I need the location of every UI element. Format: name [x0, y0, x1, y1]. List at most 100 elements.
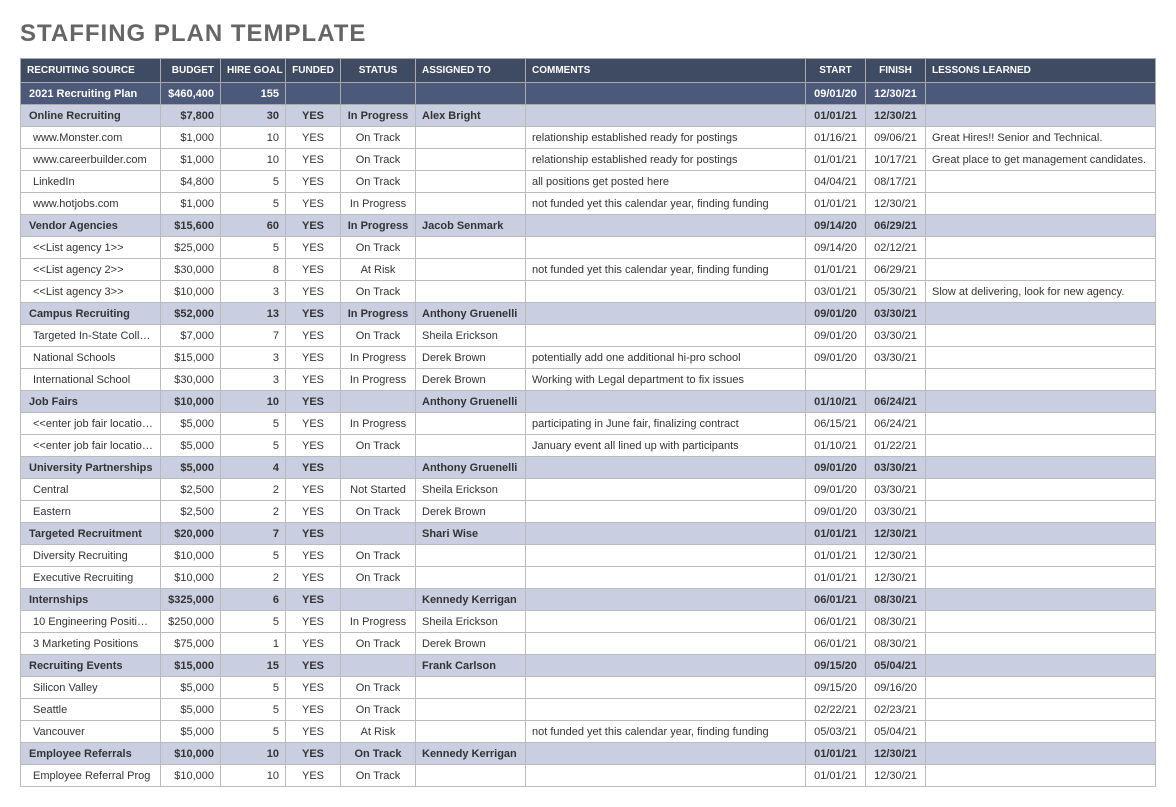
cell-finish[interactable]: 09/16/20	[866, 677, 926, 699]
cell-finish[interactable]: 08/30/21	[866, 589, 926, 611]
cell-hire[interactable]: 5	[221, 677, 286, 699]
cell-start[interactable]: 01/01/21	[806, 149, 866, 171]
cell-source[interactable]: Targeted Recruitment	[21, 523, 161, 545]
cell-assigned[interactable]	[416, 677, 526, 699]
cell-hire[interactable]: 10	[221, 127, 286, 149]
cell-comments[interactable]	[526, 303, 806, 325]
cell-lessons[interactable]	[926, 765, 1156, 787]
cell-source[interactable]: International School	[21, 369, 161, 391]
cell-hire[interactable]: 10	[221, 743, 286, 765]
cell-hire[interactable]: 13	[221, 303, 286, 325]
cell-funded[interactable]: YES	[286, 523, 341, 545]
cell-comments[interactable]	[526, 699, 806, 721]
cell-budget[interactable]: $2,500	[161, 501, 221, 523]
cell-start[interactable]: 09/01/20	[806, 479, 866, 501]
cell-source[interactable]: LinkedIn	[21, 171, 161, 193]
cell-lessons[interactable]	[926, 457, 1156, 479]
cell-assigned[interactable]	[416, 567, 526, 589]
cell-start[interactable]: 06/01/21	[806, 611, 866, 633]
cell-funded[interactable]: YES	[286, 237, 341, 259]
cell-budget[interactable]: $1,000	[161, 149, 221, 171]
cell-comments[interactable]: relationship established ready for posti…	[526, 149, 806, 171]
cell-start[interactable]: 01/01/21	[806, 193, 866, 215]
cell-status[interactable]: In Progress	[341, 369, 416, 391]
cell-lessons[interactable]	[926, 545, 1156, 567]
cell-start[interactable]: 01/01/21	[806, 259, 866, 281]
cell-funded[interactable]: YES	[286, 413, 341, 435]
cell-assigned[interactable]	[416, 281, 526, 303]
cell-finish[interactable]: 08/17/21	[866, 171, 926, 193]
cell-assigned[interactable]: Alex Bright	[416, 105, 526, 127]
cell-source[interactable]: Employee Referral Prog	[21, 765, 161, 787]
cell-budget[interactable]: $7,000	[161, 325, 221, 347]
cell-status[interactable]: On Track	[341, 237, 416, 259]
cell-budget[interactable]: $460,400	[161, 83, 221, 105]
cell-lessons[interactable]	[926, 699, 1156, 721]
cell-funded[interactable]: YES	[286, 303, 341, 325]
cell-lessons[interactable]	[926, 413, 1156, 435]
cell-lessons[interactable]	[926, 611, 1156, 633]
cell-funded[interactable]: YES	[286, 721, 341, 743]
cell-start[interactable]: 01/10/21	[806, 391, 866, 413]
cell-hire[interactable]: 3	[221, 281, 286, 303]
cell-assigned[interactable]	[416, 765, 526, 787]
cell-lessons[interactable]	[926, 501, 1156, 523]
cell-assigned[interactable]: Sheila Erickson	[416, 479, 526, 501]
cell-status[interactable]: In Progress	[341, 193, 416, 215]
cell-lessons[interactable]	[926, 743, 1156, 765]
cell-funded[interactable]: YES	[286, 479, 341, 501]
cell-assigned[interactable]: Derek Brown	[416, 369, 526, 391]
cell-source[interactable]: Vendor Agencies	[21, 215, 161, 237]
cell-start[interactable]: 09/14/20	[806, 215, 866, 237]
cell-status[interactable]: In Progress	[341, 347, 416, 369]
cell-hire[interactable]: 3	[221, 369, 286, 391]
cell-start[interactable]: 04/04/21	[806, 171, 866, 193]
cell-start[interactable]: 09/01/20	[806, 347, 866, 369]
cell-finish[interactable]: 03/30/21	[866, 303, 926, 325]
cell-hire[interactable]: 6	[221, 589, 286, 611]
cell-status[interactable]: Not Started	[341, 479, 416, 501]
cell-comments[interactable]: all positions get posted here	[526, 171, 806, 193]
cell-status[interactable]: On Track	[341, 435, 416, 457]
cell-budget[interactable]: $10,000	[161, 391, 221, 413]
cell-start[interactable]: 05/03/21	[806, 721, 866, 743]
cell-finish[interactable]: 02/23/21	[866, 699, 926, 721]
cell-source[interactable]: 2021 Recruiting Plan	[21, 83, 161, 105]
cell-comments[interactable]	[526, 655, 806, 677]
cell-finish[interactable]: 03/30/21	[866, 479, 926, 501]
cell-hire[interactable]: 4	[221, 457, 286, 479]
cell-comments[interactable]: not funded yet this calendar year, findi…	[526, 259, 806, 281]
cell-hire[interactable]: 2	[221, 567, 286, 589]
cell-budget[interactable]: $4,800	[161, 171, 221, 193]
cell-lessons[interactable]	[926, 391, 1156, 413]
cell-funded[interactable]: YES	[286, 611, 341, 633]
cell-funded[interactable]: YES	[286, 281, 341, 303]
cell-budget[interactable]: $2,500	[161, 479, 221, 501]
cell-assigned[interactable]: Anthony Gruenelli	[416, 391, 526, 413]
cell-start[interactable]: 09/15/20	[806, 677, 866, 699]
cell-comments[interactable]: Working with Legal department to fix iss…	[526, 369, 806, 391]
cell-funded[interactable]: YES	[286, 391, 341, 413]
cell-status[interactable]	[341, 83, 416, 105]
cell-budget[interactable]: $10,000	[161, 765, 221, 787]
cell-lessons[interactable]	[926, 237, 1156, 259]
cell-status[interactable]: On Track	[341, 325, 416, 347]
cell-comments[interactable]: participating in June fair, finalizing c…	[526, 413, 806, 435]
cell-hire[interactable]: 2	[221, 501, 286, 523]
cell-budget[interactable]: $30,000	[161, 369, 221, 391]
cell-budget[interactable]: $325,000	[161, 589, 221, 611]
cell-lessons[interactable]	[926, 721, 1156, 743]
cell-hire[interactable]: 5	[221, 545, 286, 567]
cell-start[interactable]: 09/14/20	[806, 237, 866, 259]
cell-status[interactable]: At Risk	[341, 259, 416, 281]
cell-funded[interactable]: YES	[286, 435, 341, 457]
cell-comments[interactable]	[526, 281, 806, 303]
cell-hire[interactable]: 60	[221, 215, 286, 237]
cell-finish[interactable]: 12/30/21	[866, 193, 926, 215]
cell-comments[interactable]	[526, 83, 806, 105]
cell-source[interactable]: <<enter job fair location>>	[21, 413, 161, 435]
cell-hire[interactable]: 3	[221, 347, 286, 369]
cell-lessons[interactable]	[926, 633, 1156, 655]
cell-hire[interactable]: 2	[221, 479, 286, 501]
cell-finish[interactable]: 12/30/21	[866, 765, 926, 787]
